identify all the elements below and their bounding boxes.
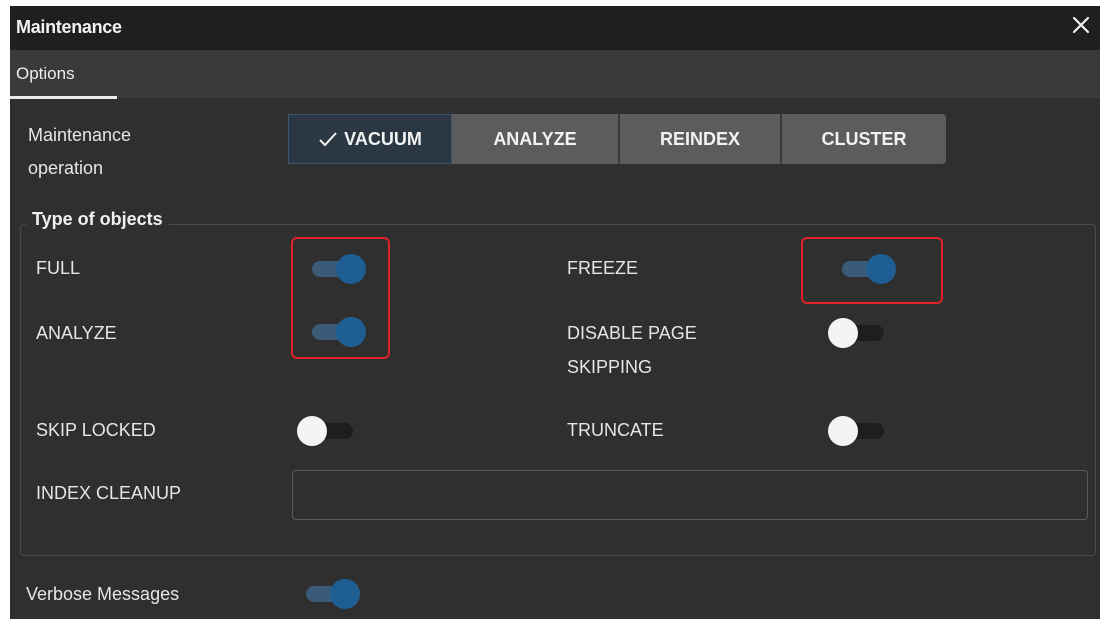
check-icon (319, 132, 337, 147)
verbose-messages-toggle[interactable] (302, 577, 362, 609)
maintenance-dialog: Maintenance Options Maintenance operatio… (10, 6, 1100, 619)
full-label: FULL (36, 258, 81, 278)
vacuum-button-label: VACUUM (344, 128, 422, 149)
operation-label-line1: Maintenance (28, 125, 132, 145)
disable-page-skipping-label-line1: DISABLE PAGE (567, 323, 697, 343)
tab-options-label: Options (16, 64, 75, 83)
disable-page-skipping-label-line2: SKIPPING (567, 357, 653, 377)
truncate-label: TRUNCATE (567, 420, 664, 440)
tab-bar: Options (10, 50, 1100, 99)
skip-locked-toggle[interactable] (297, 414, 357, 446)
tab-options[interactable]: Options (10, 50, 117, 99)
analyze-label: ANALYZE (36, 323, 117, 343)
operation-toggle-group: VACUUM ANALYZE REINDEX CLUSTER (288, 114, 946, 164)
skip-locked-label: SKIP LOCKED (36, 420, 156, 440)
highlight-box-full-analyze (291, 237, 390, 359)
index-cleanup-label: INDEX CLEANUP (36, 483, 182, 503)
operation-label-line2: operation (28, 158, 104, 178)
truncate-toggle[interactable] (828, 414, 888, 446)
dialog-title: Maintenance (16, 17, 122, 37)
freeze-label: FREEZE (567, 258, 639, 278)
disable-page-skipping-toggle-knob (828, 318, 858, 348)
truncate-toggle-knob (828, 416, 858, 446)
cluster-button-label: CLUSTER (821, 128, 907, 149)
title-bar: Maintenance (10, 6, 1100, 50)
close-icon[interactable] (1070, 14, 1092, 36)
vacuum-button[interactable]: VACUUM (288, 114, 452, 164)
reindex-button-label: REINDEX (659, 128, 740, 149)
disable-page-skipping-toggle[interactable] (828, 316, 888, 348)
analyze-button-label: ANALYZE (493, 128, 577, 149)
verbose-messages-toggle-knob (330, 579, 360, 609)
verbose-messages-label: Verbose Messages (26, 584, 180, 604)
index-cleanup-input[interactable] (292, 470, 1088, 520)
cluster-button[interactable]: CLUSTER (782, 114, 946, 164)
type-of-objects-legend: Type of objects (26, 209, 169, 230)
analyze-button[interactable]: ANALYZE (452, 114, 620, 164)
highlight-box-freeze (801, 237, 943, 304)
reindex-button[interactable]: REINDEX (620, 114, 782, 164)
skip-locked-toggle-knob (297, 416, 327, 446)
